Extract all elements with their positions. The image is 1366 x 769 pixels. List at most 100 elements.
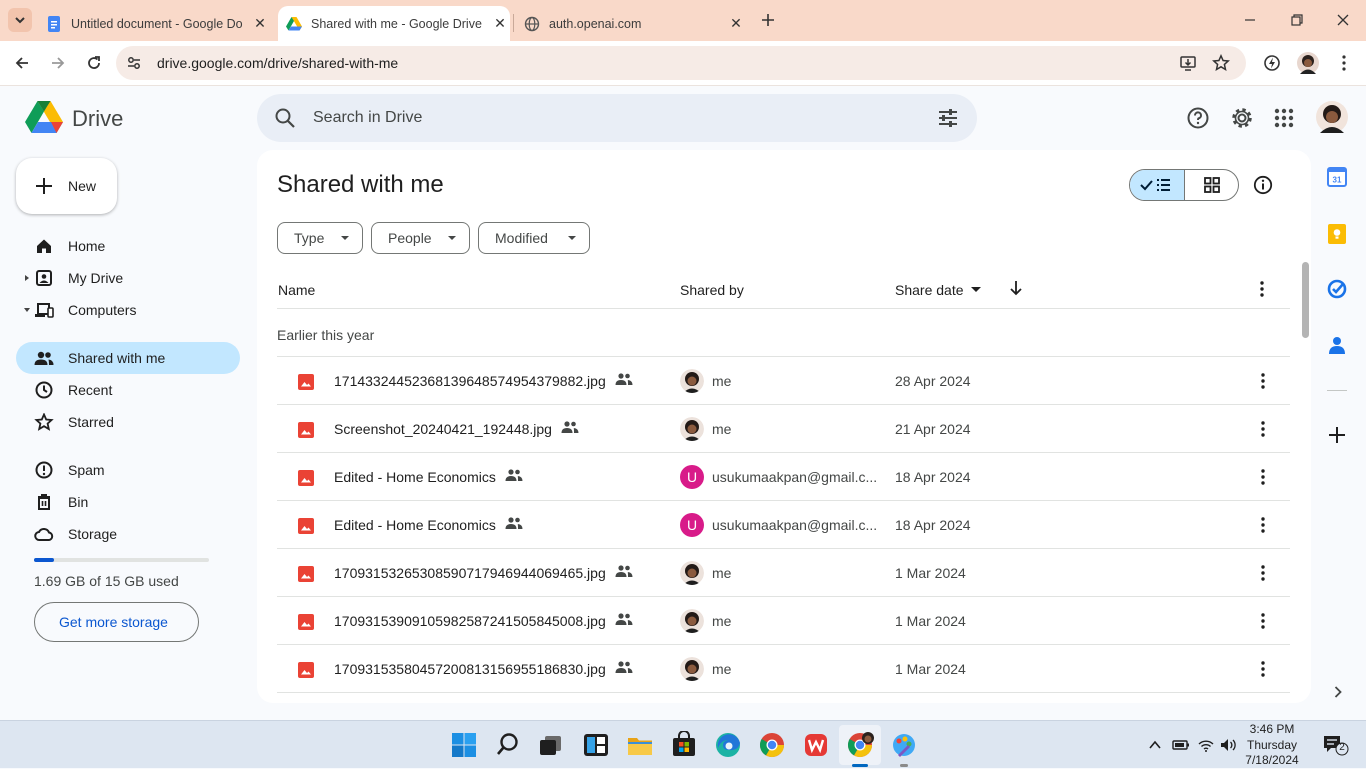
close-tab-icon[interactable]: ✕: [250, 14, 270, 34]
chrome-browser-icon[interactable]: [758, 731, 786, 759]
image-file-icon: [298, 422, 314, 438]
browser-menu-button[interactable]: [1330, 49, 1358, 77]
kebab-menu-icon[interactable]: [1253, 562, 1273, 584]
paint-app-icon[interactable]: [890, 731, 918, 759]
file-name[interactable]: 17093153909105982587241505845008.jpg: [334, 613, 606, 629]
search-input[interactable]: Search in Drive: [313, 109, 422, 127]
file-name[interactable]: 17143324452368139648574954379882.jpg: [334, 373, 606, 389]
file-name[interactable]: 17093153580457200813156955186830.jpg: [334, 661, 606, 677]
close-tab-icon[interactable]: ✕: [490, 14, 510, 34]
drive-logo[interactable]: Drive: [25, 100, 135, 136]
filter-people[interactable]: People: [371, 222, 470, 254]
keep-app-icon[interactable]: [1328, 224, 1346, 244]
wps-office-icon[interactable]: [802, 731, 830, 759]
account-avatar[interactable]: [1316, 101, 1348, 133]
file-row[interactable]: 17093153265308590717946944069465.jpg me 1 …: [277, 549, 1290, 597]
kebab-menu-icon[interactable]: [1253, 514, 1273, 536]
contacts-app-icon[interactable]: [1329, 336, 1345, 354]
task-view-icon[interactable]: [537, 731, 565, 759]
performance-icon[interactable]: [1258, 49, 1286, 77]
search-icon[interactable]: [274, 107, 296, 129]
address-bar[interactable]: drive.google.com/drive/shared-with-me: [116, 46, 1246, 80]
windows-search-icon[interactable]: [494, 731, 522, 759]
forward-button[interactable]: [44, 49, 72, 77]
search-bar[interactable]: Search in Drive: [257, 94, 977, 142]
google-drive-logo-icon: [25, 101, 63, 133]
sidebar-item-bin[interactable]: Bin: [16, 486, 240, 518]
file-row[interactable]: Screenshot_20240421_192448.jpg me 21 Apr 2…: [277, 405, 1290, 453]
chrome-profile-icon[interactable]: [846, 731, 874, 759]
kebab-menu-icon[interactable]: [1253, 370, 1273, 392]
filter-type[interactable]: Type: [277, 222, 363, 254]
battery-icon[interactable]: [1172, 738, 1190, 752]
file-name[interactable]: 17093153265308590717946944069465.jpg: [334, 565, 606, 581]
sidebar-item-starred[interactable]: Starred: [16, 406, 240, 438]
tab-google-docs[interactable]: Untitled document - Google Do ✕: [46, 6, 270, 41]
kebab-menu-icon[interactable]: [1253, 466, 1273, 488]
reload-button[interactable]: [80, 49, 108, 77]
column-header-shared-by[interactable]: Shared by: [680, 282, 744, 298]
sort-direction-button[interactable]: [1007, 278, 1025, 298]
filter-modified[interactable]: Modified: [478, 222, 590, 254]
column-header-share-date[interactable]: Share date: [895, 282, 964, 298]
minimize-window-button[interactable]: [1240, 10, 1260, 30]
restore-window-button[interactable]: [1287, 10, 1307, 30]
sidebar-item-storage[interactable]: Storage: [16, 518, 240, 550]
list-view-button[interactable]: [1130, 170, 1185, 200]
sidebar-item-spam[interactable]: Spam: [16, 454, 240, 486]
sidebar-item-computers[interactable]: Computers: [16, 294, 240, 326]
close-tab-icon[interactable]: ✕: [726, 14, 746, 34]
back-button[interactable]: [8, 49, 36, 77]
file-name[interactable]: Edited - Home Economics: [334, 517, 496, 533]
get-more-storage-button[interactable]: Get more storage: [34, 602, 199, 642]
install-app-icon[interactable]: [1179, 54, 1197, 72]
file-row[interactable]: 17143324452368139648574954379882.jpg me 28…: [277, 357, 1290, 405]
help-button[interactable]: [1186, 106, 1210, 130]
sidebar-item-home[interactable]: Home: [16, 230, 240, 262]
sort-dropdown-icon[interactable]: [971, 287, 981, 292]
tab-google-drive[interactable]: Shared with me - Google Drive ✕: [278, 6, 510, 41]
tab-openai-auth[interactable]: auth.openai.com ✕: [524, 6, 746, 41]
microsoft-store-icon[interactable]: [670, 731, 698, 759]
sidebar-item-my-drive[interactable]: My Drive: [16, 262, 240, 294]
clock-area[interactable]: 3:46 PM Thursday 7/18/2024: [1242, 721, 1302, 769]
tab-search-button[interactable]: [8, 8, 32, 32]
windows-start-icon[interactable]: [450, 731, 478, 759]
get-add-ons-button[interactable]: [1328, 426, 1346, 444]
new-button[interactable]: New: [16, 158, 117, 214]
calendar-app-icon[interactable]: 31: [1327, 167, 1347, 187]
widgets-icon[interactable]: [582, 731, 610, 759]
search-options-icon[interactable]: [938, 108, 958, 128]
file-row[interactable]: 17093153580457200813156955186830.jpg me 1 …: [277, 645, 1290, 693]
kebab-menu-icon[interactable]: [1253, 658, 1273, 680]
profile-avatar[interactable]: [1294, 49, 1322, 77]
kebab-menu-icon[interactable]: [1253, 418, 1273, 440]
details-button[interactable]: [1253, 175, 1273, 195]
site-info-icon[interactable]: [125, 54, 143, 72]
column-options-button[interactable]: [1252, 278, 1272, 300]
sidebar-item-shared-with-me[interactable]: Shared with me: [16, 342, 240, 374]
file-row[interactable]: 17093153909105982587241505845008.jpg me 1 …: [277, 597, 1290, 645]
file-row[interactable]: Edited - Home Economics Uusukumaakpan@gma…: [277, 501, 1290, 549]
file-row[interactable]: Edited - Home Economics Uusukumaakpan@gma…: [277, 453, 1290, 501]
volume-icon[interactable]: [1220, 737, 1238, 753]
scrollbar-thumb[interactable]: [1302, 262, 1309, 338]
file-name[interactable]: Screenshot_20240421_192448.jpg: [334, 421, 552, 437]
wifi-icon[interactable]: [1197, 737, 1215, 753]
column-header-name[interactable]: Name: [278, 282, 315, 298]
kebab-menu-icon[interactable]: [1253, 610, 1273, 632]
file-explorer-icon[interactable]: [626, 731, 654, 759]
sidebar-item-recent[interactable]: Recent: [16, 374, 240, 406]
notification-center-button[interactable]: 2: [1322, 733, 1350, 757]
new-tab-button[interactable]: [758, 10, 778, 30]
settings-button[interactable]: [1230, 106, 1254, 130]
edge-browser-icon[interactable]: [714, 731, 742, 759]
bookmark-star-icon[interactable]: [1212, 54, 1230, 72]
show-side-panel-button[interactable]: [1331, 685, 1345, 699]
google-apps-button[interactable]: [1273, 107, 1295, 129]
file-name[interactable]: Edited - Home Economics: [334, 469, 496, 485]
close-window-button[interactable]: [1333, 10, 1353, 30]
grid-view-button[interactable]: [1186, 170, 1238, 200]
show-hidden-icons-button[interactable]: [1148, 738, 1162, 752]
tasks-app-icon[interactable]: [1327, 279, 1347, 299]
